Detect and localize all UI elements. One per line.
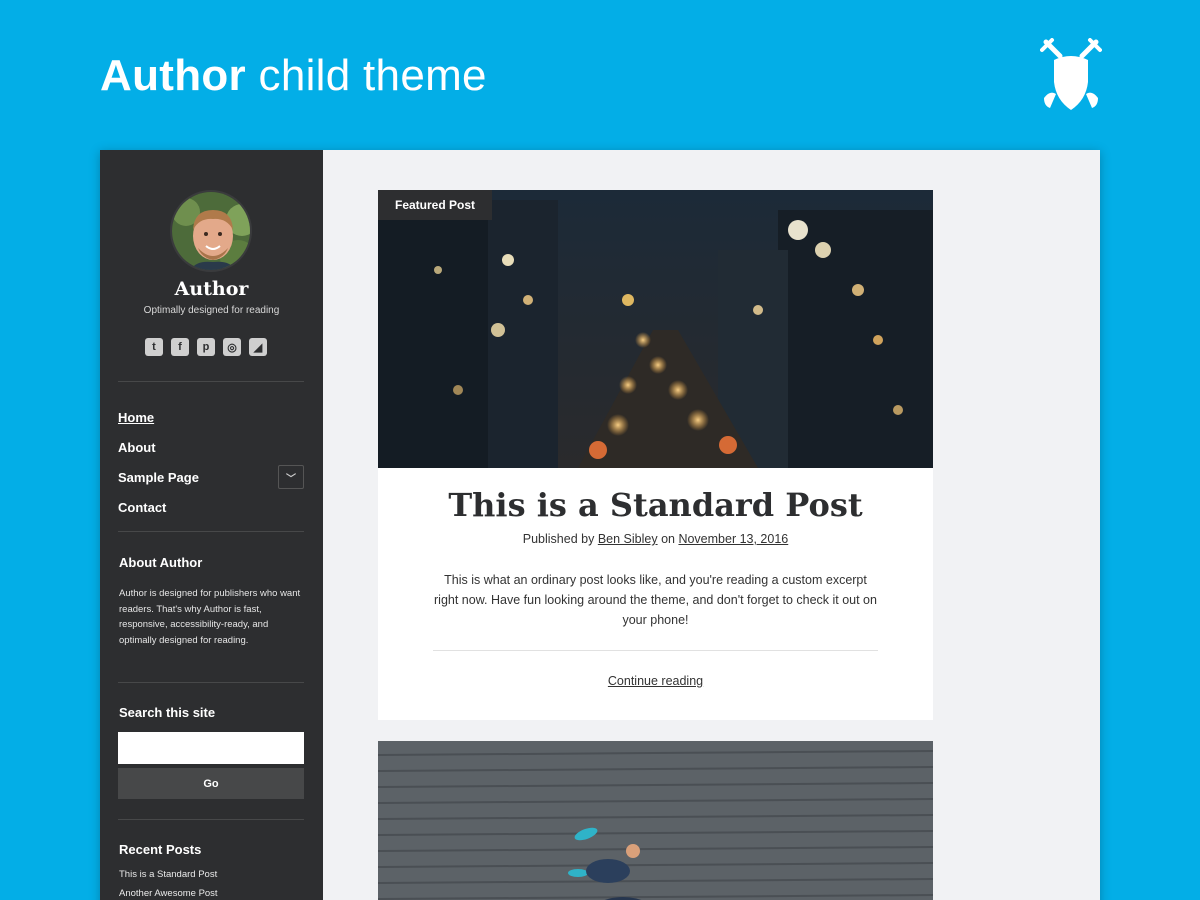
banner-title-bold: Author xyxy=(100,51,246,100)
sidebar-divider xyxy=(118,819,304,820)
search-widget-title: Search this site xyxy=(119,705,216,720)
post-excerpt: This is what an ordinary post looks like… xyxy=(434,573,877,627)
avatar[interactable] xyxy=(170,190,252,272)
recent-posts-title: Recent Posts xyxy=(119,842,202,857)
post-divider xyxy=(433,650,878,651)
recent-posts-list: This is a Standard Post Another Awesome … xyxy=(119,869,218,900)
menu-item-about[interactable]: About xyxy=(118,432,304,462)
menu-item-home[interactable]: Home xyxy=(118,402,304,432)
sidebar-divider xyxy=(118,531,304,532)
menu-item-sample-page[interactable]: Sample Page ﹀ xyxy=(118,462,304,492)
sidebar-divider xyxy=(118,682,304,683)
instagram-icon[interactable]: ◎ xyxy=(223,338,241,356)
rss-icon[interactable]: ◢ xyxy=(249,338,267,356)
post-meta: Published by Ben Sibley on November 13, … xyxy=(378,532,933,546)
theme-preview-frame: Author Optimally designed for reading t … xyxy=(100,150,1100,900)
about-widget-title: About Author xyxy=(119,555,203,570)
menu-item-label: Home xyxy=(118,409,155,425)
primary-menu: Home About Sample Page ﹀ Contact xyxy=(118,402,304,522)
search-go-button[interactable]: Go xyxy=(118,768,304,799)
featured-image[interactable]: Featured Post xyxy=(378,190,933,468)
post-card-image[interactable] xyxy=(378,741,933,900)
banner-title: Author child theme xyxy=(100,54,487,98)
recent-post-link[interactable]: Another Awesome Post xyxy=(119,888,218,900)
banner-title-rest: child theme xyxy=(258,51,487,100)
chevron-down-icon: ﹀ xyxy=(286,473,296,485)
recent-post-link[interactable]: This is a Standard Post xyxy=(119,869,218,888)
facebook-icon[interactable]: f xyxy=(171,338,189,356)
menu-item-contact[interactable]: Contact xyxy=(118,492,304,522)
meta-prefix: Published by xyxy=(522,532,595,546)
sidebar: Author Optimally designed for reading t … xyxy=(100,150,323,900)
menu-item-label: About xyxy=(118,439,156,455)
continue-reading-link[interactable]: Continue reading xyxy=(378,674,933,688)
menu-item-label: Sample Page xyxy=(118,469,199,485)
search-input[interactable] xyxy=(118,732,304,764)
sidebar-divider xyxy=(118,381,304,382)
author-link[interactable]: Ben Sibley xyxy=(598,532,658,546)
meta-on: on xyxy=(661,532,675,546)
post-card: Featured Post This is a Standard Post Pu… xyxy=(378,190,933,720)
about-widget-text: Author is designed for publishers who wa… xyxy=(119,588,301,646)
menu-item-label: Contact xyxy=(118,499,167,515)
site-tagline: Optimally designed for reading xyxy=(143,305,280,316)
date-link[interactable]: November 13, 2016 xyxy=(678,532,788,546)
site-title[interactable]: Author xyxy=(100,278,323,300)
featured-post-badge: Featured Post xyxy=(378,190,493,220)
submenu-toggle-button[interactable]: ﹀ xyxy=(278,465,304,489)
pinterest-icon[interactable]: p xyxy=(197,338,215,356)
social-icons: t f p ◎ ◢ xyxy=(145,338,275,356)
crossed-swords-shield-logo-icon xyxy=(1040,38,1102,110)
twitter-icon[interactable]: t xyxy=(145,338,163,356)
post-title[interactable]: This is a Standard Post xyxy=(378,486,933,524)
